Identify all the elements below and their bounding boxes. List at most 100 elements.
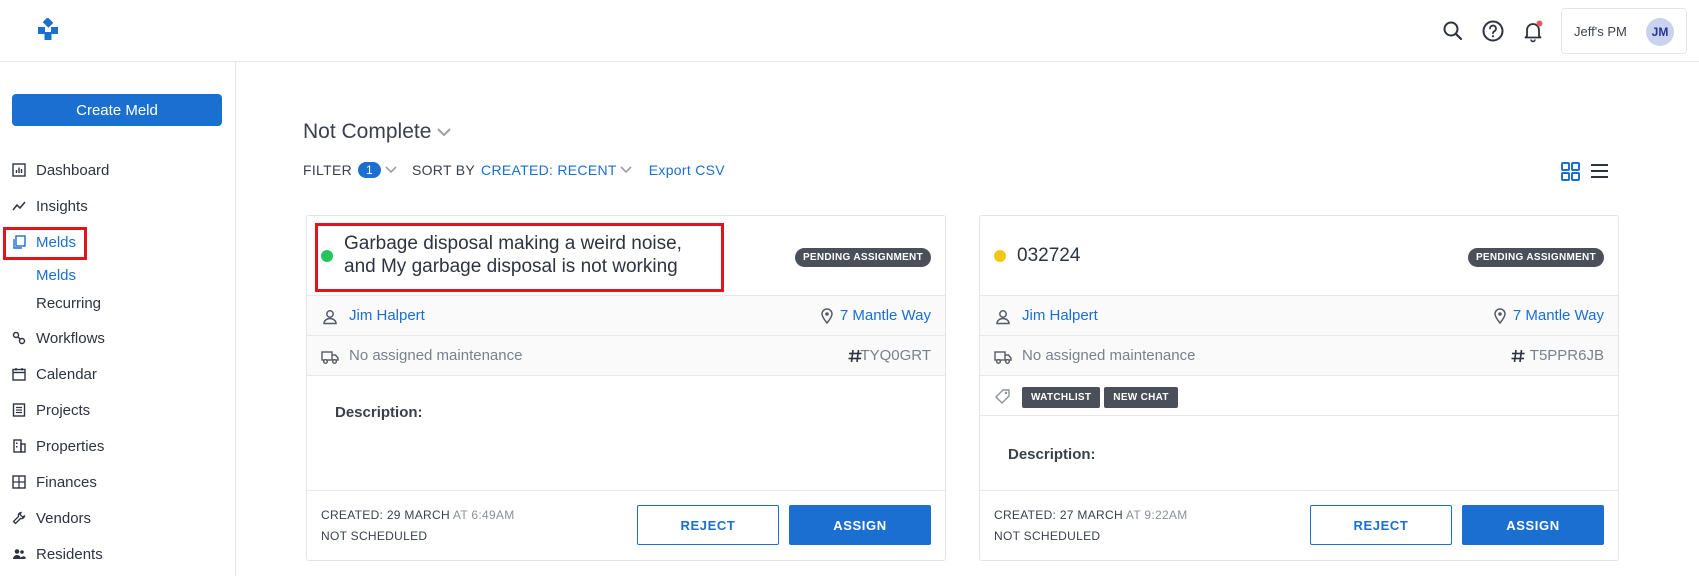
tenant-link[interactable]: Jim Halpert bbox=[349, 307, 425, 324]
sidebar-item-label: Calendar bbox=[36, 365, 97, 383]
sidebar-item-label: Projects bbox=[36, 401, 91, 419]
description-label: Description: bbox=[1008, 446, 1096, 463]
meld-card-row-tags: WATCHLIST NEW CHAT bbox=[980, 376, 1618, 416]
created-date: 29 MARCH bbox=[386, 508, 450, 522]
workflows-icon bbox=[12, 331, 26, 345]
chevron-down-icon bbox=[620, 166, 632, 174]
meld-title[interactable]: 032724 bbox=[1017, 244, 1080, 267]
schedule-status: NOT SCHEDULED bbox=[321, 529, 428, 543]
filter-label: FILTER bbox=[303, 162, 352, 178]
status-badge: PENDING ASSIGNMENT bbox=[1467, 248, 1604, 267]
sidebar-item-residents[interactable]: Residents bbox=[12, 542, 103, 566]
meld-title-line: 032724 bbox=[1017, 245, 1081, 266]
created-date: 27 MARCH bbox=[1059, 508, 1123, 522]
grid-view-icon[interactable] bbox=[1560, 160, 1582, 182]
sidebar-item-label: Dashboard bbox=[36, 161, 110, 179]
maintenance-text: No assigned maintenance bbox=[1022, 347, 1196, 364]
meld-card-row-maintenance: No assigned maintenance T5PPR6JB bbox=[980, 336, 1618, 376]
tag-new-chat[interactable]: NEW CHAT bbox=[1104, 387, 1178, 408]
list-view-icon[interactable] bbox=[1588, 160, 1610, 182]
sidebar-item-calendar[interactable]: Calendar bbox=[12, 362, 97, 386]
truck-icon bbox=[321, 351, 339, 364]
top-bar: Jeff's PM JM bbox=[0, 0, 1699, 62]
insights-icon bbox=[12, 201, 26, 211]
assign-button[interactable]: ASSIGN bbox=[1462, 505, 1604, 545]
created-info: CREATED: 29 MARCH AT 6:49AM bbox=[321, 508, 515, 522]
meld-card-row-people: Jim Halpert 7 Mantle Way bbox=[307, 296, 945, 336]
description-label: Description: bbox=[335, 404, 423, 421]
maintenance-text: No assigned maintenance bbox=[349, 347, 523, 364]
schedule-status: NOT SCHEDULED bbox=[994, 529, 1101, 543]
projects-icon bbox=[12, 403, 26, 417]
sidebar-item-workflows[interactable]: Workflows bbox=[12, 326, 105, 350]
sidebar-item-projects[interactable]: Projects bbox=[12, 398, 90, 422]
view-selector[interactable]: Not Complete bbox=[303, 120, 453, 144]
property-meld-logo-icon[interactable] bbox=[36, 18, 60, 42]
avatar: JM bbox=[1646, 18, 1674, 46]
meld-card[interactable]: Garbage disposal making a weird noise, a… bbox=[306, 215, 946, 561]
dashboard-icon bbox=[12, 163, 26, 177]
sidebar-item-label: Workflows bbox=[36, 329, 105, 347]
filter-button[interactable]: FILTER 1 bbox=[303, 162, 398, 178]
meld-card-row-maintenance: No assigned maintenance TYQ0GRT bbox=[307, 336, 945, 376]
meld-reference: TYQ0GRT bbox=[860, 347, 931, 364]
reject-button[interactable]: REJECT bbox=[637, 505, 779, 545]
sidebar-item-label: Properties bbox=[36, 437, 105, 455]
finances-icon bbox=[12, 475, 26, 489]
create-meld-button[interactable]: Create Meld bbox=[12, 94, 222, 126]
location-pin-icon bbox=[1494, 308, 1506, 324]
reject-button[interactable]: REJECT bbox=[1310, 505, 1452, 545]
status-badge: PENDING ASSIGNMENT bbox=[794, 248, 931, 267]
tag-list: WATCHLIST NEW CHAT bbox=[1022, 387, 1182, 408]
meld-card-header: Garbage disposal making a weird noise, a… bbox=[307, 216, 945, 296]
sidebar: Create Meld Dashboard Insights Melds Mel… bbox=[0, 62, 236, 576]
tag-watchlist[interactable]: WATCHLIST bbox=[1022, 387, 1101, 408]
account-menu[interactable]: Jeff's PM JM bbox=[1561, 8, 1687, 54]
truck-icon bbox=[994, 351, 1012, 364]
location-pin-icon bbox=[821, 308, 833, 324]
chevron-down-icon bbox=[385, 166, 397, 174]
sort-button[interactable]: SORT BY CREATED: RECENT bbox=[412, 162, 633, 178]
notifications-bell-icon[interactable] bbox=[1520, 18, 1546, 44]
user-icon bbox=[323, 310, 337, 325]
list-toolbar: FILTER 1 SORT BY CREATED: RECENT Export … bbox=[303, 162, 725, 178]
created-info: CREATED: 27 MARCH AT 9:22AM bbox=[994, 508, 1188, 522]
vendors-icon bbox=[12, 511, 26, 525]
main-content: Not Complete FILTER 1 SORT BY CREATED: R… bbox=[237, 62, 1699, 576]
address-link[interactable]: 7 Mantle Way bbox=[840, 307, 931, 324]
meld-card-row-people: Jim Halpert 7 Mantle Way bbox=[980, 296, 1618, 336]
sidebar-subitem-melds[interactable]: Melds bbox=[36, 267, 76, 284]
meld-card[interactable]: 032724 PENDING ASSIGNMENT Jim Halpert 7 … bbox=[979, 215, 1619, 561]
status-dot bbox=[994, 250, 1006, 262]
chevron-down-icon bbox=[437, 128, 452, 137]
user-icon bbox=[996, 310, 1010, 325]
sidebar-item-properties[interactable]: Properties bbox=[12, 434, 104, 458]
sort-value: CREATED: RECENT bbox=[481, 162, 617, 178]
meld-card-footer: CREATED: 27 MARCH AT 9:22AM NOT SCHEDULE… bbox=[980, 490, 1618, 560]
sidebar-item-label: Vendors bbox=[36, 509, 92, 527]
export-csv-link[interactable]: Export CSV bbox=[649, 162, 725, 178]
account-name: Jeff's PM bbox=[1574, 23, 1627, 39]
sidebar-subitem-recurring[interactable]: Recurring bbox=[36, 295, 101, 312]
meld-reference: T5PPR6JB bbox=[1529, 347, 1604, 364]
residents-icon bbox=[13, 549, 26, 559]
sidebar-item-vendors[interactable]: Vendors bbox=[12, 506, 91, 530]
help-icon[interactable] bbox=[1480, 18, 1506, 44]
sidebar-item-finances[interactable]: Finances bbox=[12, 470, 97, 494]
meld-title-highlight-box bbox=[315, 223, 724, 292]
sidebar-item-insights[interactable]: Insights bbox=[12, 194, 88, 218]
melds-highlight-box bbox=[3, 227, 87, 260]
sidebar-item-label: Insights bbox=[36, 197, 88, 215]
calendar-icon bbox=[12, 368, 26, 381]
search-icon[interactable] bbox=[1440, 18, 1466, 44]
created-label: CREATED: bbox=[994, 508, 1057, 522]
tenant-link[interactable]: Jim Halpert bbox=[1022, 307, 1098, 324]
address-link[interactable]: 7 Mantle Way bbox=[1513, 307, 1604, 324]
tag-icon bbox=[995, 389, 1010, 404]
hash-icon bbox=[1511, 349, 1525, 363]
created-label: CREATED: bbox=[321, 508, 384, 522]
view-title: Not Complete bbox=[303, 120, 432, 143]
sidebar-item-dashboard[interactable]: Dashboard bbox=[12, 158, 109, 182]
created-time: AT 9:22AM bbox=[1125, 508, 1188, 522]
assign-button[interactable]: ASSIGN bbox=[789, 505, 931, 545]
